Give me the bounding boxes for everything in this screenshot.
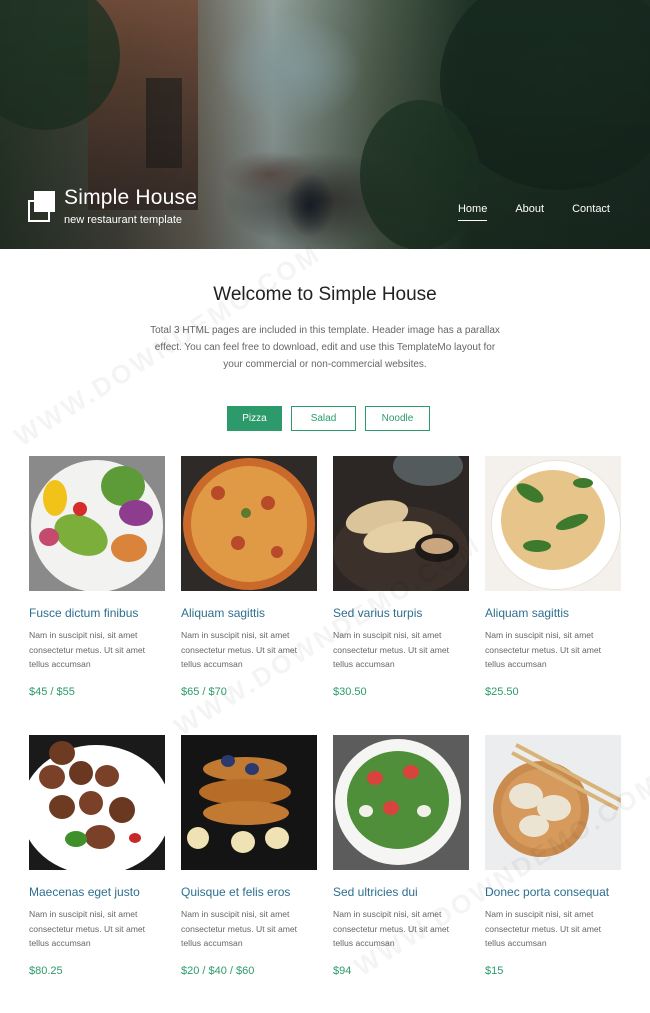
- item-description: Nam in suscipit nisi, sit amet consectet…: [485, 630, 602, 669]
- item-title[interactable]: Sed ultricies dui: [333, 885, 469, 899]
- item-title[interactable]: Donec porta consequat: [485, 885, 621, 899]
- item-price: $25.50: [485, 685, 519, 698]
- tab-noodle[interactable]: Noodle: [365, 406, 430, 431]
- item-title[interactable]: Sed varius turpis: [333, 606, 469, 620]
- main-nav: Home About Contact: [457, 203, 610, 221]
- item-price: $15: [485, 964, 504, 977]
- salad-bowl-image: [29, 456, 165, 591]
- pizza-image: [181, 456, 317, 591]
- pasta-image: [485, 456, 621, 591]
- menu-item-card[interactable]: Sed ultricies dui Nam in suscipit nisi, …: [333, 735, 469, 977]
- item-description: Nam in suscipit nisi, sit amet consectet…: [485, 909, 602, 948]
- menu-item-card[interactable]: Aliquam sagittis Nam in suscipit nisi, s…: [181, 456, 317, 698]
- green-salad-image: [333, 735, 469, 870]
- item-title[interactable]: Maecenas eget justo: [29, 885, 165, 899]
- tab-salad[interactable]: Salad: [291, 406, 356, 431]
- nav-about[interactable]: About: [515, 203, 544, 215]
- site-title[interactable]: Simple House: [64, 186, 197, 210]
- welcome-heading: Welcome to Simple House: [213, 284, 437, 305]
- item-description: Nam in suscipit nisi, sit amet consectet…: [333, 909, 450, 948]
- item-title[interactable]: Aliquam sagittis: [485, 606, 621, 620]
- nav-home[interactable]: Home: [457, 203, 488, 221]
- item-description: Nam in suscipit nisi, sit amet consectet…: [181, 909, 298, 948]
- welcome-text: Total 3 HTML pages are included in this …: [150, 325, 500, 370]
- item-price: $30.50: [333, 685, 367, 698]
- logo-icon[interactable]: [28, 191, 56, 224]
- item-price: $45 / $55: [29, 685, 75, 698]
- item-description: Nam in suscipit nisi, sit amet consectet…: [333, 630, 450, 669]
- item-description: Nam in suscipit nisi, sit amet consectet…: [29, 630, 146, 669]
- item-description: Nam in suscipit nisi, sit amet consectet…: [29, 909, 146, 948]
- menu-item-card[interactable]: Fusce dictum finibus Nam in suscipit nis…: [29, 456, 165, 698]
- dumplings-image: [485, 735, 621, 870]
- pancakes-image: [181, 735, 317, 870]
- site-tagline: new restaurant template: [64, 214, 183, 226]
- menu-item-card[interactable]: Donec porta consequat Nam in suscipit ni…: [485, 735, 621, 977]
- item-description: Nam in suscipit nisi, sit amet consectet…: [181, 630, 298, 669]
- meatballs-image: [29, 735, 165, 870]
- item-title[interactable]: Aliquam sagittis: [181, 606, 317, 620]
- item-price: $94: [333, 964, 352, 977]
- nav-contact[interactable]: Contact: [572, 203, 610, 215]
- item-price: $80.25: [29, 964, 63, 977]
- item-title[interactable]: Quisque et felis eros: [181, 885, 317, 899]
- item-title[interactable]: Fusce dictum finibus: [29, 606, 165, 620]
- menu-item-card[interactable]: Quisque et felis eros Nam in suscipit ni…: [181, 735, 317, 977]
- tab-pizza[interactable]: Pizza: [227, 406, 282, 431]
- item-price: $65 / $70: [181, 685, 227, 698]
- menu-item-card[interactable]: Sed varius turpis Nam in suscipit nisi, …: [333, 456, 469, 698]
- menu-item-card[interactable]: Aliquam sagittis Nam in suscipit nisi, s…: [485, 456, 621, 698]
- hero-header-image: Simple House new restaurant template Hom…: [0, 0, 650, 249]
- grilled-dish-image: [333, 456, 469, 591]
- item-price: $20 / $40 / $60: [181, 964, 255, 977]
- category-tabs: Pizza Salad Noodle: [227, 406, 430, 431]
- menu-item-card[interactable]: Maecenas eget justo Nam in suscipit nisi…: [29, 735, 165, 977]
